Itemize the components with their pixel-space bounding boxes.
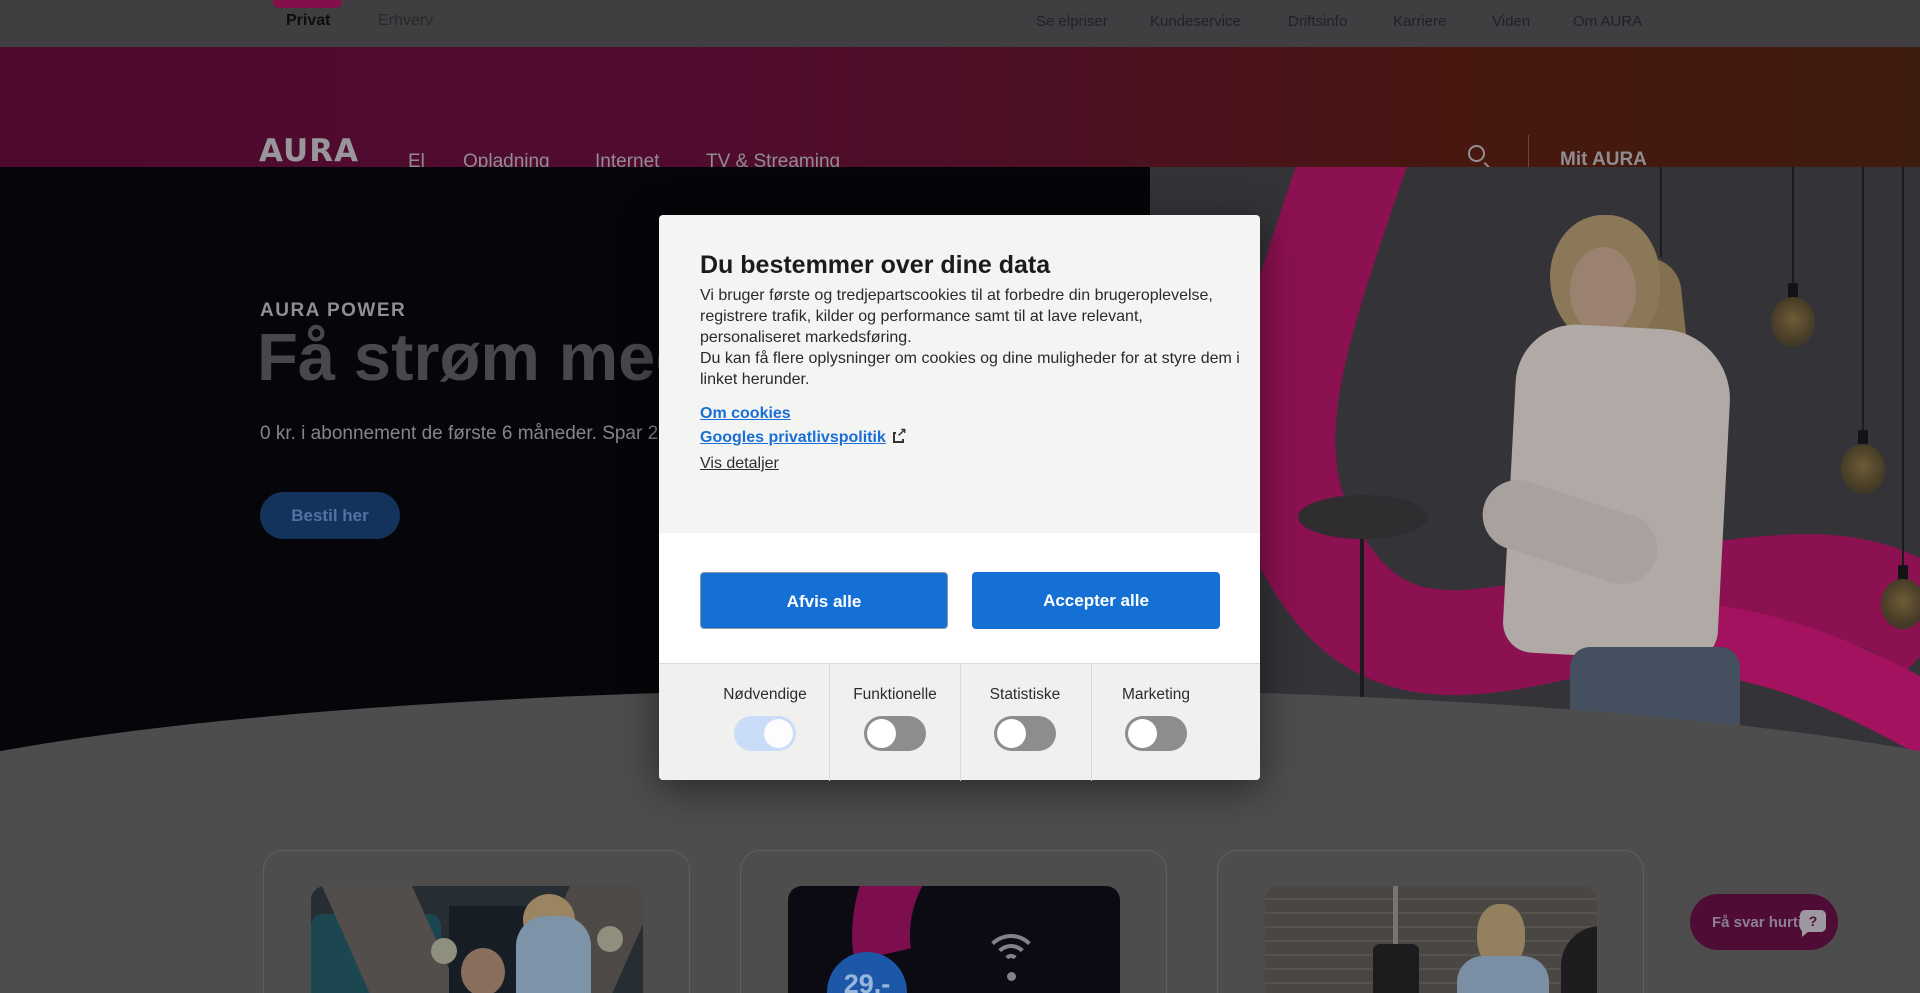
topbar-link-om-aura[interactable]: Om AURA [1573, 13, 1642, 30]
car-shape [1561, 926, 1597, 993]
toggle-label-funktionelle: Funktionelle [830, 686, 960, 704]
dialog-title: Du bestemmer over dine data [700, 251, 1050, 280]
hero-heading: Få strøm med [257, 319, 696, 396]
promo-card-charging[interactable] [1217, 850, 1644, 993]
aura-logo[interactable]: AURA [259, 133, 359, 169]
accept-all-button[interactable]: Accepter alle [972, 572, 1220, 629]
toggle-knob [1128, 719, 1157, 748]
topbar-link-karriere[interactable]: Karriere [1393, 13, 1446, 30]
conduit-pipe [1393, 886, 1398, 948]
bulb-cord [1660, 167, 1662, 257]
body-line: Du kan få flere oplysninger om cookies o… [700, 348, 1240, 369]
toggle-label-statistiske: Statistiske [960, 686, 1090, 704]
toggle-statistiske[interactable] [994, 716, 1056, 751]
light-bulb [1881, 579, 1920, 629]
light-bulb [1841, 444, 1885, 494]
cookie-toggle-band: Nødvendige Funktionelle Statistiske Mark… [659, 663, 1260, 780]
main-header: AURA El Opladning Internet TV & Streamin… [0, 47, 1920, 167]
string-light [597, 926, 623, 952]
body-line: linket herunder. [700, 369, 1240, 390]
chat-button[interactable]: Få svar hurtigt ? [1690, 894, 1838, 950]
hero-photo [1150, 167, 1920, 760]
toggle-label-marketing: Marketing [1091, 686, 1221, 704]
toggle-marketing[interactable] [1125, 716, 1187, 751]
active-tab-indicator [273, 0, 342, 8]
card-image-ev-charger [1265, 886, 1597, 993]
vis-detaljer-link[interactable]: Vis detaljer [700, 455, 779, 472]
topbar-link-driftsinfo[interactable]: Driftsinfo [1288, 13, 1347, 30]
topbar-link-kundeservice[interactable]: Kundeservice [1150, 13, 1241, 30]
woman-face [1570, 247, 1636, 335]
body-line: personaliseret markedsføring. [700, 327, 1240, 348]
question-bubble-icon: ? [1800, 910, 1826, 932]
external-link-icon: ↗ [893, 432, 904, 443]
tab-erhverv[interactable]: Erhverv [378, 12, 433, 30]
body-line: registrere trafik, kilder og performance… [700, 306, 1240, 327]
bulb-cord [1862, 167, 1864, 432]
topbar-link-se-elpriser[interactable]: Se elpriser [1036, 13, 1108, 30]
bulb-cord [1902, 167, 1904, 567]
toggle-nodvendige[interactable] [734, 716, 796, 751]
search-lens [1468, 145, 1485, 162]
hero-subtext: 0 kr. i abonnement de første 6 måneder. … [260, 423, 658, 445]
promo-card-family[interactable] [263, 850, 690, 993]
wall-charger [1373, 944, 1419, 993]
tab-privat[interactable]: Privat [286, 12, 330, 30]
toggle-knob [867, 719, 896, 748]
toggle-funktionelle[interactable] [864, 716, 926, 751]
google-privacy-link[interactable]: Googles privatlivspolitik [700, 429, 886, 446]
topbar-link-viden[interactable]: Viden [1492, 13, 1530, 30]
top-bar: Privat Erhverv Se elpriser Kundeservice … [0, 0, 1920, 47]
dialog-body: Vi bruger første og tredjepartscookies t… [700, 285, 1240, 390]
string-light [431, 938, 457, 964]
floor-lamp-shade [1298, 495, 1428, 539]
mother-figure [516, 916, 591, 993]
child-figure [461, 948, 505, 993]
body-line: Vi bruger første og tredjepartscookies t… [700, 285, 1240, 306]
light-bulb [1771, 297, 1815, 347]
page: Privat Erhverv Se elpriser Kundeservice … [0, 0, 1920, 993]
card-image-family-tent [311, 886, 643, 993]
bestil-her-button[interactable]: Bestil her [260, 492, 400, 539]
om-cookies-link[interactable]: Om cookies [700, 405, 791, 422]
promo-card-internet[interactable]: 29,- [740, 850, 1167, 993]
wifi-dot [1007, 972, 1016, 981]
toggle-knob [997, 719, 1026, 748]
woman-figure [1457, 956, 1549, 993]
cookie-consent-dialog: Du bestemmer over dine data Vi bruger fø… [659, 215, 1260, 780]
card-image-internet-offer: 29,- [788, 886, 1120, 993]
bulb-cord [1792, 167, 1794, 285]
toggle-label-nodvendige: Nødvendige [700, 686, 830, 704]
wifi-icon [1003, 954, 1019, 970]
toggle-knob [764, 719, 793, 748]
reject-all-button[interactable]: Afvis alle [700, 572, 948, 629]
